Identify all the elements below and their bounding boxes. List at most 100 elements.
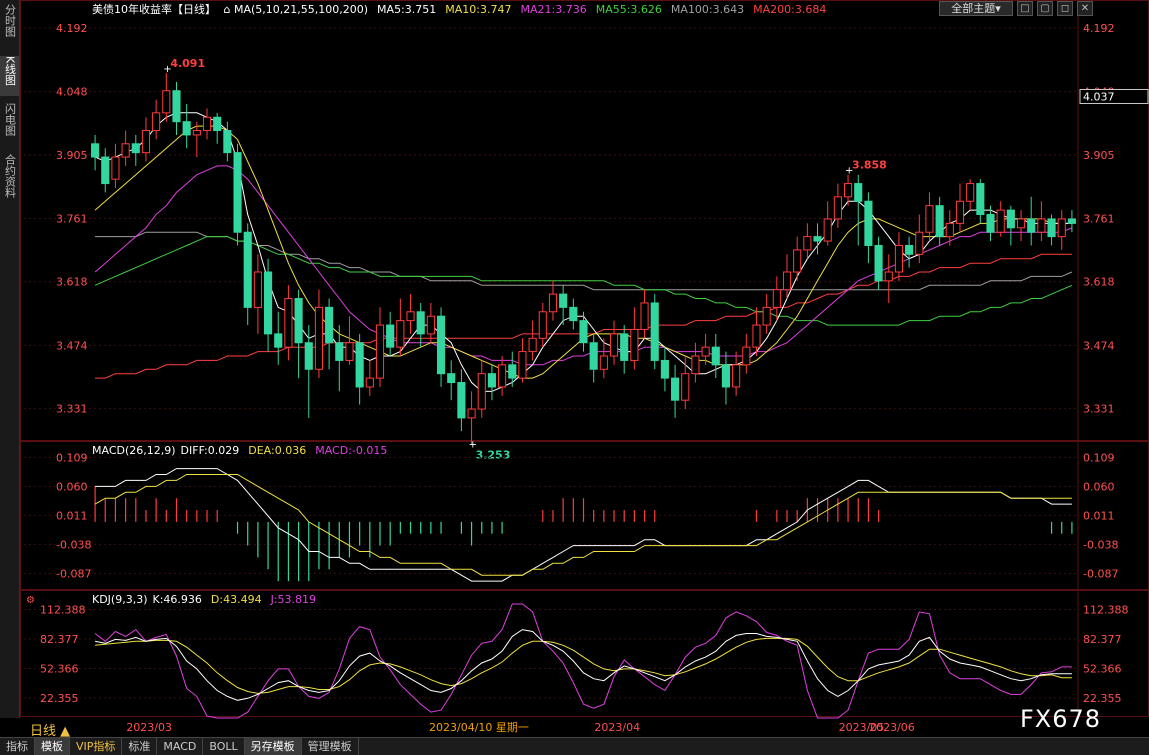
candle-body	[966, 183, 975, 202]
kdj-ytick-left: 52.366	[40, 663, 79, 676]
candle-body	[314, 306, 324, 370]
candle-body	[752, 324, 761, 348]
candle-body	[233, 152, 242, 233]
candle-body	[182, 121, 191, 136]
tab-indicators[interactable]: 指标	[0, 738, 35, 755]
candle-body	[823, 218, 832, 242]
candle-body	[325, 306, 334, 344]
candle-body	[131, 143, 140, 154]
watermark-logo: FX678	[1020, 705, 1102, 733]
tab-macd[interactable]: MACD	[157, 738, 204, 755]
theme-dropdown[interactable]: 全部主题▾	[939, 1, 1013, 16]
candle-body	[121, 143, 130, 158]
candle-body	[915, 231, 924, 255]
candle-body	[253, 271, 262, 308]
candle-body	[782, 271, 792, 291]
low-label: 3.253	[476, 448, 511, 461]
candle-body	[1006, 209, 1015, 229]
side-tab-kline[interactable]: K线图	[0, 56, 19, 96]
side-tab-bar: 分时图 K线图 闪电图 合约资料	[0, 0, 20, 718]
main-header: 美债10年收益率【日线】 ⌂ MA(5,10,21,55,100,200) MA5…	[92, 2, 826, 16]
candle-body	[487, 373, 496, 388]
bottom-tab-bar: 指标 模板 VIP指标 标准 MACD BOLL 另存模板 管理模板	[0, 737, 1149, 755]
candle-body	[101, 156, 110, 185]
minimize-icon[interactable]: □	[1017, 1, 1033, 16]
macd-ytick-right: 0.109	[1083, 451, 1115, 464]
theme-dropdown-label: 全部主题	[951, 2, 996, 15]
candle-body	[671, 377, 680, 401]
candle-body	[294, 298, 303, 344]
kdj-ytick-right: 82.377	[1083, 633, 1122, 646]
candle-body	[660, 359, 669, 379]
candle-body	[721, 364, 731, 388]
candle-body	[630, 328, 639, 361]
maximize-icon[interactable]: ◻	[1057, 1, 1073, 16]
main-ytick-right: 3.905	[1083, 149, 1115, 162]
main-ytick-right: 3.761	[1083, 213, 1115, 226]
side-tab-contract-info[interactable]: 合约资料	[0, 154, 19, 210]
candle-body	[386, 324, 395, 348]
side-tab-flash-label: 闪电图	[3, 103, 17, 136]
candle-body	[477, 373, 486, 410]
candle-body	[284, 298, 293, 348]
tab-save-template[interactable]: 另存模板	[244, 738, 302, 755]
candle-body	[91, 143, 100, 158]
kdj-name: KDJ(9,3,3)	[92, 593, 148, 606]
tab-templates[interactable]: 模板	[35, 738, 70, 755]
x-axis-label: 2023/03	[126, 721, 172, 734]
close-icon[interactable]: ✕	[1077, 1, 1093, 16]
candle-body	[843, 183, 853, 198]
kdj-ytick-left: 112.388	[40, 604, 86, 617]
macd-ytick-left: -0.087	[56, 567, 91, 580]
candle-body	[345, 342, 354, 361]
candle-body	[304, 342, 313, 370]
high-label: 4.091	[170, 57, 205, 70]
ma-value: MA55:3.626	[596, 3, 662, 16]
candle-body	[152, 112, 161, 132]
chart-background	[20, 0, 1149, 736]
main-ytick-right: 3.331	[1083, 403, 1115, 416]
last-price-label: 4.037	[1083, 90, 1115, 103]
candle-body	[192, 130, 201, 136]
candle-body	[1016, 218, 1026, 229]
tab-standard[interactable]: 标准	[122, 738, 158, 755]
restore-icon[interactable]: ▢	[1037, 1, 1053, 16]
candle-body	[1027, 218, 1036, 233]
side-tab-flash[interactable]: 闪电图	[0, 103, 19, 143]
macd-ytick-left: -0.038	[56, 538, 91, 551]
candle-body	[609, 333, 619, 357]
macd-ytick-right: 0.011	[1083, 509, 1115, 522]
candle-body	[864, 200, 873, 246]
side-tab-kline-label: K线图	[3, 56, 17, 86]
tab-manage-templates[interactable]: 管理模板	[302, 738, 359, 755]
candle-body	[223, 130, 232, 154]
candle-body	[426, 315, 435, 335]
candle-body	[447, 373, 456, 384]
main-title: 美债10年收益率【日线】	[92, 2, 216, 16]
tab-vip-indicators[interactable]: VIP指标	[70, 738, 123, 755]
kdj-ytick-right: 112.388	[1083, 604, 1129, 617]
candle-body	[945, 222, 954, 238]
candle-body	[803, 236, 812, 251]
chevron-down-icon: ▾	[995, 2, 1001, 15]
candle-body	[162, 90, 171, 114]
candle-body	[172, 90, 181, 123]
candle-body	[508, 364, 517, 379]
candle-body	[854, 183, 863, 202]
candle-body	[1057, 218, 1066, 238]
candle-body	[681, 373, 690, 401]
candle-body	[955, 200, 965, 224]
candle-body	[742, 346, 751, 366]
tab-boll[interactable]: BOLL	[203, 738, 245, 755]
macd-diff-value: DIFF:0.029	[181, 444, 240, 457]
candle-body	[986, 214, 995, 233]
candle-body	[538, 311, 547, 339]
candle-body	[579, 320, 588, 344]
kline-chart[interactable]: 4.1924.1924.0484.0483.9053.9053.7613.761…	[20, 0, 1149, 736]
candle-body	[141, 130, 151, 154]
ma-value: MA21:3.736	[520, 3, 586, 16]
candle-body	[1047, 218, 1056, 238]
x-axis-label: 2023/04	[594, 721, 640, 734]
candle-body	[599, 355, 608, 370]
side-tab-timeshare[interactable]: 分时图	[0, 4, 19, 44]
